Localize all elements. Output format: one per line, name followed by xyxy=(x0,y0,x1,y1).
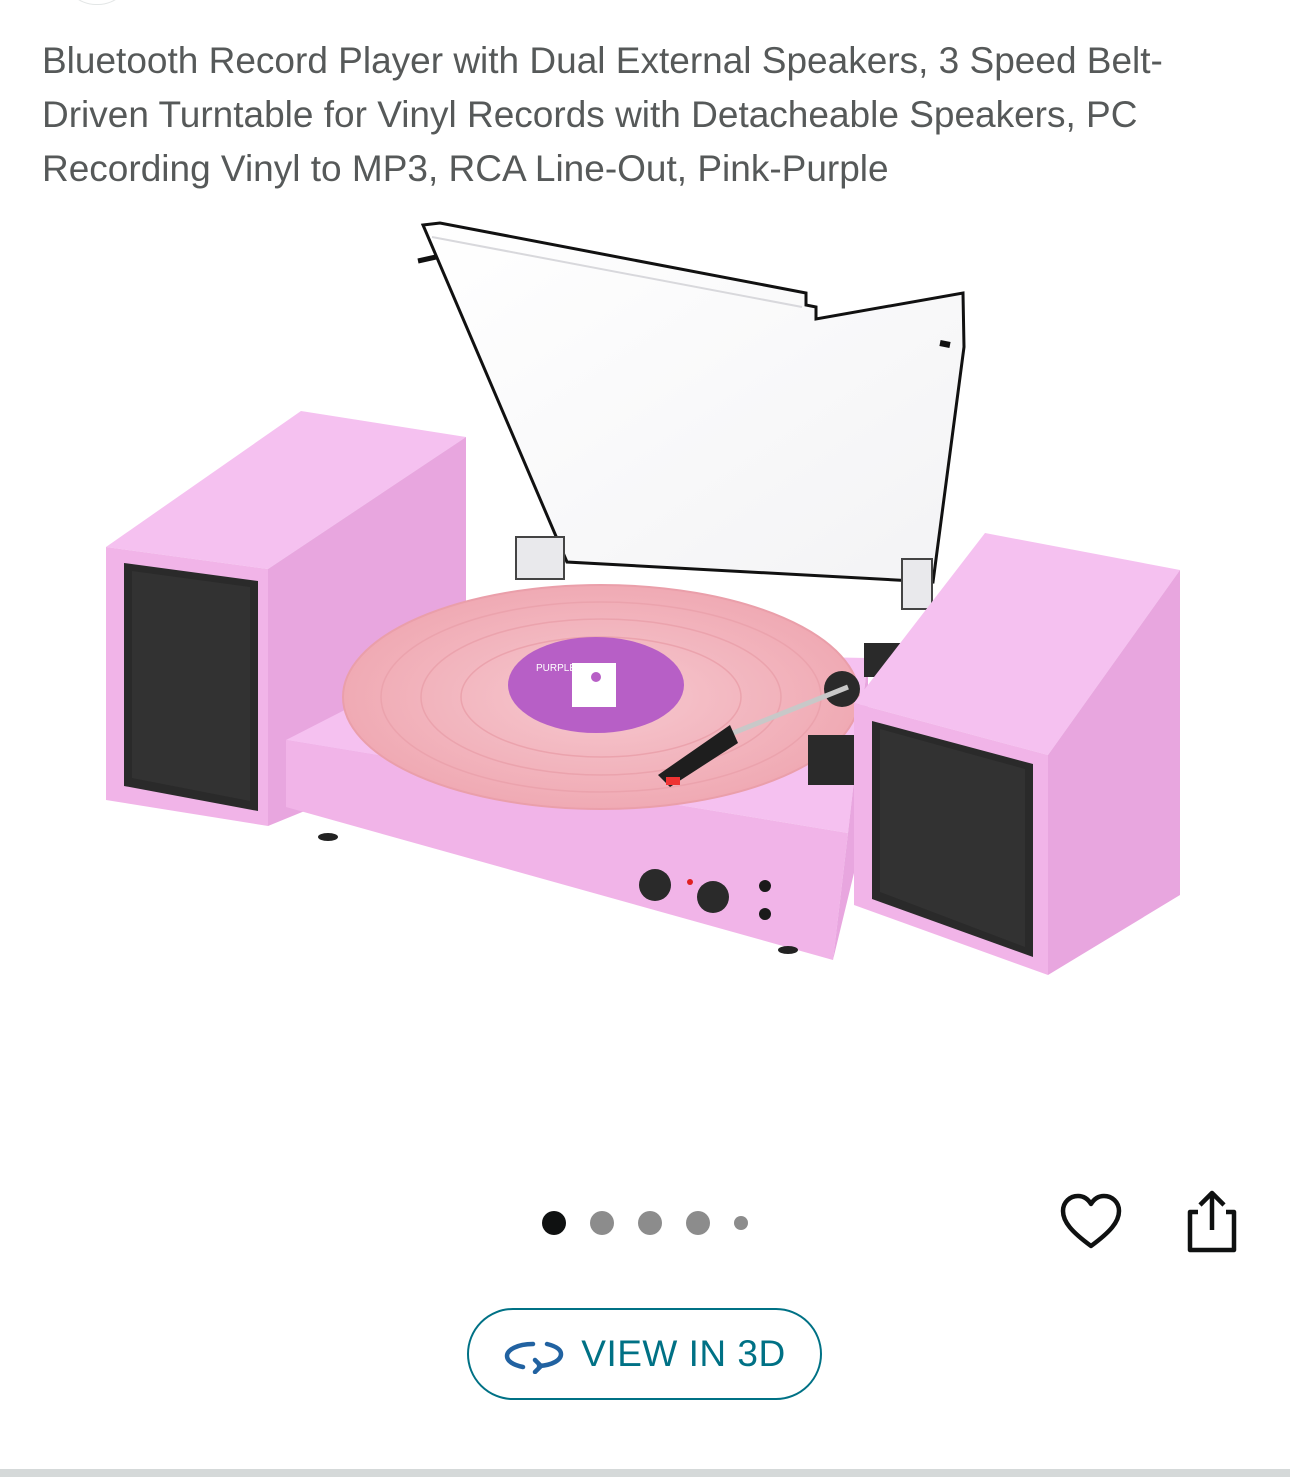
view-in-3d-label: VIEW IN 3D xyxy=(581,1333,786,1374)
product-title: Bluetooth Record Player with Dual Extern… xyxy=(42,40,1163,189)
product-image[interactable]: PURPLE xyxy=(98,215,1190,1091)
pagination-dot-1[interactable] xyxy=(542,1211,566,1235)
vinyl-record: PURPLE xyxy=(342,584,860,810)
pagination-dot-5[interactable] xyxy=(734,1216,748,1230)
rotate-3d-icon xyxy=(505,1341,564,1374)
heart-icon[interactable] xyxy=(1058,1190,1124,1256)
share-icon[interactable] xyxy=(1178,1186,1244,1256)
dust-cover xyxy=(417,221,966,610)
pagination-dot-2[interactable] xyxy=(590,1211,614,1235)
bottom-divider xyxy=(0,1469,1290,1477)
record-label-text: PURPLE xyxy=(536,663,576,674)
view-in-3d-button[interactable]: VIEW IN 3D xyxy=(467,1308,822,1400)
profile-avatar-edge xyxy=(62,0,132,5)
pagination-dot-4[interactable] xyxy=(686,1211,710,1235)
pagination-dot-3[interactable] xyxy=(638,1211,662,1235)
